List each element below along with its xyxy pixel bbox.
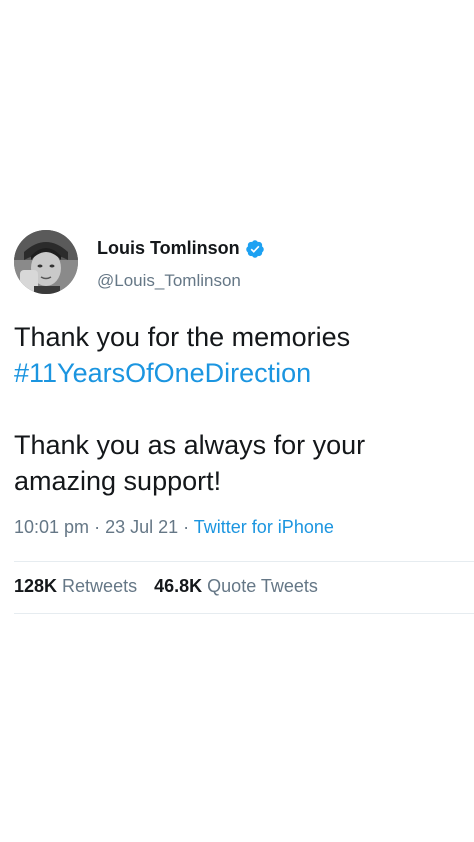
retweets-stat[interactable]: 128K Retweets (14, 576, 137, 596)
name-row: Louis Tomlinson (97, 238, 265, 259)
verified-badge-icon (245, 239, 265, 259)
meta-separator: · (178, 517, 194, 537)
tweet-text-line: Thank you as always for your (14, 430, 366, 460)
tweet-text-line: Thank you for the memories (14, 322, 351, 352)
retweets-label: Retweets (62, 576, 138, 596)
divider (14, 613, 474, 614)
tweet-text: Thank you for the memories #11YearsOfOne… (14, 319, 464, 499)
avatar-photo-icon (14, 230, 78, 294)
display-name[interactable]: Louis Tomlinson (97, 238, 240, 259)
tweet-meta: 10:01 pm · 23 Jul 21 · Twitter for iPhon… (14, 517, 334, 538)
quote-tweets-label: Quote Tweets (207, 576, 318, 596)
avatar[interactable] (14, 230, 78, 294)
quote-tweets-count: 46.8K (154, 576, 203, 596)
hashtag-link[interactable]: #11YearsOfOneDirection (14, 355, 464, 391)
tweet-header: Louis Tomlinson @Louis_Tomlinson (0, 228, 474, 304)
tweet-time[interactable]: 10:01 pm (14, 517, 89, 537)
tweet-date[interactable]: 23 Jul 21 (105, 517, 178, 537)
tweet-source-link[interactable]: Twitter for iPhone (194, 517, 334, 537)
retweets-count: 128K (14, 576, 58, 596)
tweet-text-line: amazing support! (14, 466, 222, 496)
tweet: Louis Tomlinson @Louis_Tomlinson Thank y… (0, 228, 474, 614)
user-handle[interactable]: @Louis_Tomlinson (97, 271, 241, 291)
tweet-stats: 128K Retweets 46.8K Quote Tweets (14, 576, 330, 597)
divider (14, 561, 474, 562)
quote-tweets-stat[interactable]: 46.8K Quote Tweets (154, 576, 318, 596)
meta-separator: · (89, 517, 106, 537)
